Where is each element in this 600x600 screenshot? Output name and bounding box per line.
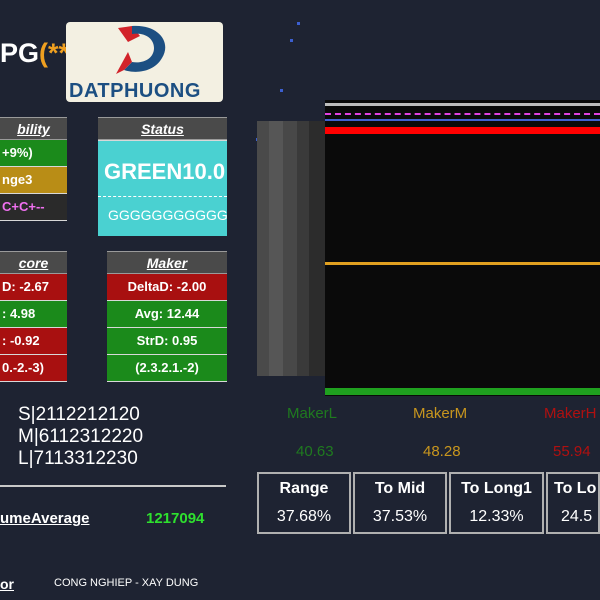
maker-row: DeltaD: -2.00 bbox=[107, 274, 227, 301]
price-band-bar bbox=[309, 121, 325, 376]
code-mid: M|6112312220 bbox=[18, 426, 144, 447]
score-row: : 4.98 bbox=[0, 301, 67, 328]
sector-label: or bbox=[0, 576, 14, 592]
signal-codes: S|2112212120 M|6112312220 L|7113312230 bbox=[18, 404, 143, 470]
code-short: S|2112212120 bbox=[18, 404, 140, 425]
stability-tile: bility +9%) nge3 C+C+-- bbox=[0, 117, 67, 221]
to-long1-label: To Long1 bbox=[461, 480, 532, 497]
marker-dot bbox=[280, 89, 283, 92]
price-band-bar bbox=[297, 121, 309, 376]
to-mid-label: To Mid bbox=[374, 480, 426, 497]
to-long-value: 24.5 bbox=[561, 508, 593, 525]
status-title: Status bbox=[98, 117, 227, 140]
stability-title: bility bbox=[0, 117, 67, 140]
ticker-suffix: (** bbox=[39, 38, 70, 68]
maker-row: StrD: 0.95 bbox=[107, 328, 227, 355]
score-tile: core D: -2.67 : 4.98 : -0.92 0.-2.-3) bbox=[0, 251, 67, 382]
price-band-bar bbox=[257, 121, 269, 376]
maker-row: (2.3.2.1.-2) bbox=[107, 355, 227, 382]
stability-row: C+C+-- bbox=[0, 194, 67, 221]
maker-mid-value: 48.28 bbox=[423, 443, 461, 460]
divider bbox=[0, 485, 226, 487]
to-mid-box: To Mid 37.53% bbox=[353, 472, 447, 534]
status-main: GREEN10.0 bbox=[98, 141, 227, 197]
range-value: 37.68% bbox=[276, 508, 332, 525]
range-label: Range bbox=[279, 480, 329, 497]
ticker-title: PG(** bbox=[0, 38, 69, 68]
price-band-bar bbox=[269, 121, 283, 376]
chart-top-line bbox=[325, 103, 600, 106]
score-row: D: -2.67 bbox=[0, 274, 67, 301]
maker-low-label: MakerL bbox=[287, 405, 338, 422]
ticker-symbol: PG bbox=[0, 38, 40, 68]
maker-high-value: 55.94 bbox=[553, 443, 591, 460]
to-long1-value: 12.33% bbox=[469, 508, 524, 525]
maker-title: Maker bbox=[107, 251, 227, 274]
maker-tile: Maker DeltaD: -2.00 Avg: 12.44 StrD: 0.9… bbox=[107, 251, 227, 382]
code-long: L|7113312230 bbox=[18, 448, 138, 469]
stability-row: +9%) bbox=[0, 140, 67, 167]
to-long-box: To Lo 24.5 bbox=[546, 472, 600, 534]
score-row: : -0.92 bbox=[0, 328, 67, 355]
to-mid-value: 37.53% bbox=[372, 508, 428, 525]
chart-blue-line bbox=[325, 119, 600, 121]
logo-text: DATPHUONG bbox=[69, 80, 201, 102]
volume-average-label: umeAverage bbox=[0, 510, 90, 527]
company-logo: DATPHUONG bbox=[66, 22, 223, 102]
to-long1-box: To Long1 12.33% bbox=[449, 472, 544, 534]
score-title: core bbox=[0, 251, 67, 274]
price-chart bbox=[325, 100, 600, 396]
volume-average-value: 1217094 bbox=[146, 510, 205, 527]
to-long-label: To Lo bbox=[554, 480, 597, 497]
maker-low-value: 40.63 bbox=[296, 443, 334, 460]
score-row: 0.-2.-3) bbox=[0, 355, 67, 382]
chart-gold-line bbox=[325, 262, 600, 265]
status-tile: Status GREEN10.0 GGGGGGGGGGG bbox=[98, 117, 227, 236]
price-band-bar bbox=[283, 121, 297, 376]
stability-row: nge3 bbox=[0, 167, 67, 194]
marker-dot bbox=[290, 39, 293, 42]
status-panel: GREEN10.0 GGGGGGGGGGG bbox=[98, 140, 227, 236]
maker-mid-label: MakerM bbox=[413, 405, 468, 422]
range-box: Range 37.68% bbox=[257, 472, 351, 534]
chart-green-line bbox=[325, 388, 600, 395]
sector-value: CONG NGHIEP - XAY DUNG bbox=[54, 577, 199, 589]
chart-magenta-line bbox=[325, 113, 600, 115]
maker-row: Avg: 12.44 bbox=[107, 301, 227, 328]
chart-red-line bbox=[325, 127, 600, 134]
marker-dot bbox=[297, 22, 300, 25]
maker-high-label: MakerH bbox=[544, 405, 597, 422]
status-sub: GGGGGGGGGGG bbox=[108, 207, 227, 223]
